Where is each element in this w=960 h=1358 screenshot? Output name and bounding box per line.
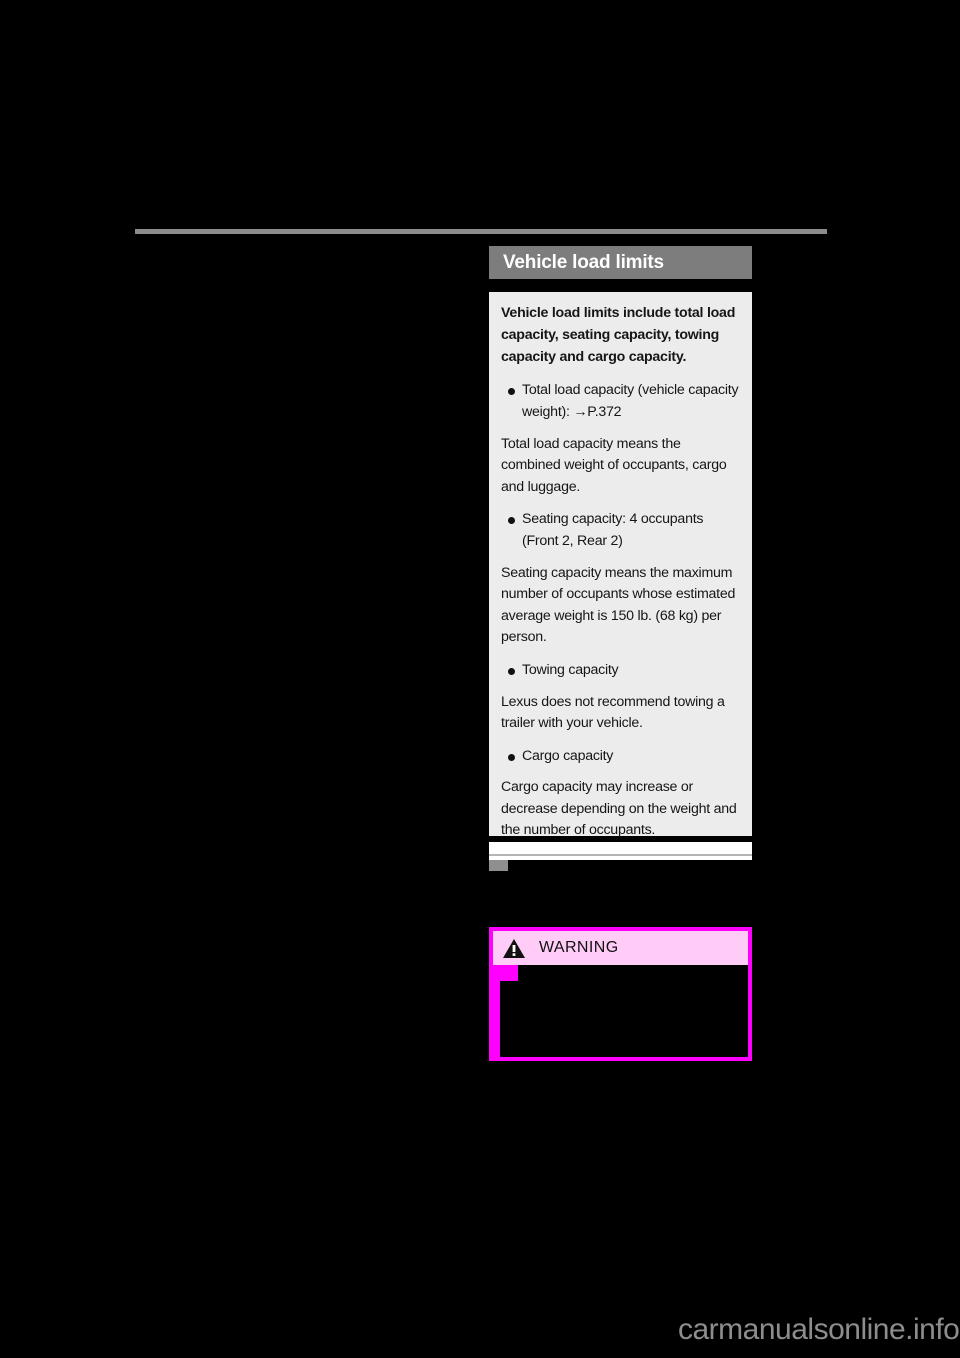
list-item: Towing capacity — [501, 660, 740, 682]
bullet-dot-icon — [508, 388, 515, 396]
square-bullet-icon — [489, 860, 508, 871]
body-paragraph: Cargo capacity may increase or decrease … — [501, 779, 737, 839]
warning-body — [493, 965, 748, 1057]
list-item: Cargo capacity — [501, 746, 740, 768]
vehicle-load-limits-panel: Vehicle load limits include total load c… — [489, 292, 752, 838]
panel-lead-paragraph: Vehicle load limits include total load c… — [501, 305, 736, 365]
body-paragraph: Total load capacity means the combined w… — [501, 435, 727, 495]
list-item-label: Seating capacity: 4 occupants (Front 2, … — [522, 511, 704, 549]
list-item-label: Total load capacity (vehicle capacity we… — [522, 382, 739, 420]
warning-triangle-icon — [503, 938, 525, 958]
warning-body-tab — [493, 965, 518, 981]
warning-box: WARNING — [489, 927, 752, 1061]
bullet-dot-icon — [508, 753, 515, 761]
list-item: Total load capacity (vehicle capacity we… — [501, 380, 740, 423]
manual-page: Vehicle load limits Vehicle load limits … — [0, 0, 960, 1358]
section-header-title: Vehicle load limits — [503, 251, 664, 273]
body-paragraph: Lexus does not recommend towing a traile… — [501, 693, 725, 732]
warning-header: WARNING — [493, 931, 748, 965]
warning-label: WARNING — [539, 939, 619, 956]
page-top-rule — [135, 229, 827, 234]
list-item-label: Towing capacity — [522, 661, 619, 678]
section-header-bar: Vehicle load limits — [489, 246, 752, 279]
bullet-dot-icon — [508, 667, 515, 675]
section-separator-band — [489, 842, 752, 854]
list-item: Seating capacity: 4 occupants (Front 2, … — [501, 509, 740, 552]
body-paragraph: Seating capacity means the maximum numbe… — [501, 564, 736, 646]
subsection-heading — [489, 860, 752, 871]
site-watermark: carmanualsonline.info — [678, 1313, 960, 1346]
list-item-label: Cargo capacity — [522, 747, 614, 764]
bullet-dot-icon — [508, 517, 515, 525]
